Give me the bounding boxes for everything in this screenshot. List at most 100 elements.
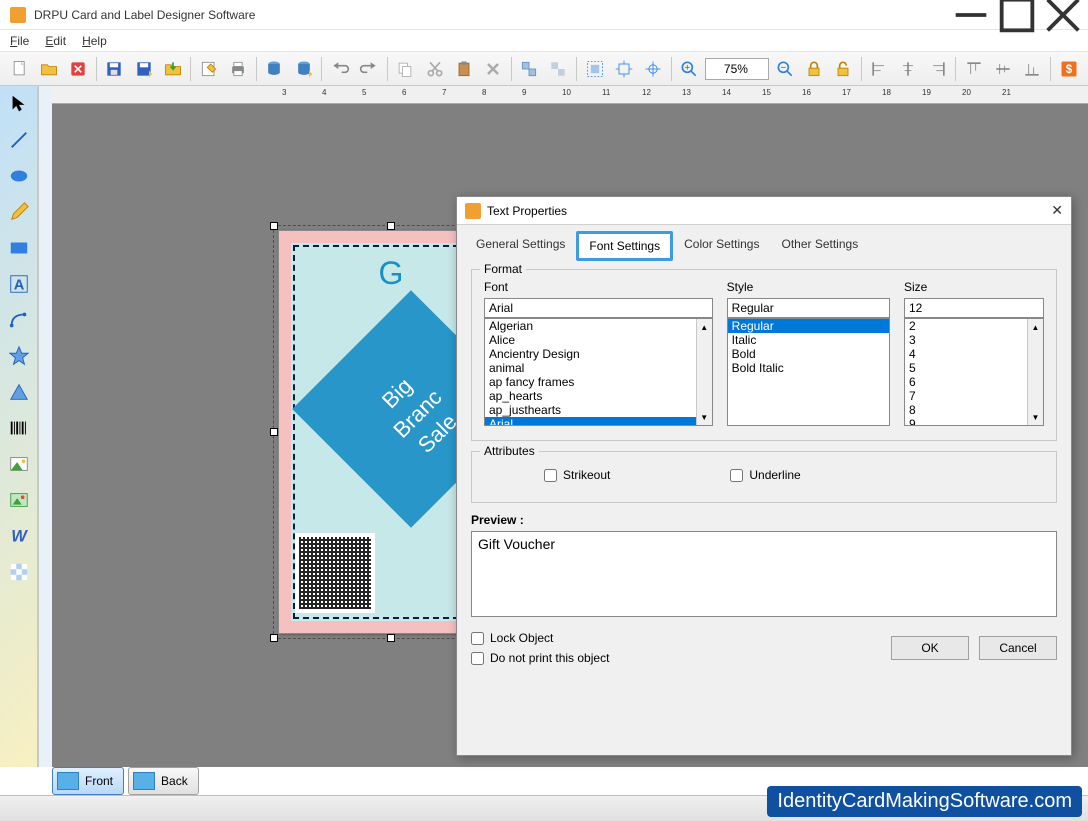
snap-button[interactable] <box>610 55 637 83</box>
close-button[interactable] <box>1040 0 1086 30</box>
delete-button[interactable] <box>479 55 506 83</box>
list-item[interactable]: ap_justhearts <box>485 403 712 417</box>
pointer-tool[interactable] <box>5 90 33 118</box>
cancel-button[interactable]: Cancel <box>979 636 1057 660</box>
dialog-close-button[interactable]: ✕ <box>1051 202 1063 219</box>
qr-code[interactable] <box>295 533 375 613</box>
open-button[interactable] <box>35 55 62 83</box>
currency-button[interactable]: $ <box>1055 55 1082 83</box>
pattern-tool[interactable] <box>5 558 33 586</box>
edit-button[interactable] <box>195 55 222 83</box>
underline-checkbox[interactable]: Underline <box>730 468 800 482</box>
align-bottom-button[interactable] <box>1019 55 1046 83</box>
data2-button[interactable] <box>290 55 317 83</box>
list-item[interactable]: Arial <box>485 417 712 426</box>
wordart-tool[interactable]: W <box>5 522 33 550</box>
menu-edit[interactable]: Edit <box>45 34 66 48</box>
list-item[interactable]: 8 <box>905 403 1043 417</box>
undo-button[interactable] <box>326 55 353 83</box>
copy-button[interactable] <box>392 55 419 83</box>
list-item[interactable]: Ancientry Design <box>485 347 712 361</box>
list-item[interactable]: 3 <box>905 333 1043 347</box>
ellipse-tool[interactable] <box>5 162 33 190</box>
list-item[interactable]: animal <box>485 361 712 375</box>
list-item[interactable]: 5 <box>905 361 1043 375</box>
font-input[interactable] <box>484 298 713 318</box>
tab-front[interactable]: Front <box>52 767 124 795</box>
barcode-tool[interactable] <box>5 414 33 442</box>
list-item[interactable]: Italic <box>728 333 889 347</box>
style-listbox[interactable]: RegularItalicBoldBold Italic <box>727 318 890 426</box>
align-left-button[interactable] <box>866 55 893 83</box>
star-tool[interactable] <box>5 342 33 370</box>
text-tool[interactable]: A <box>5 270 33 298</box>
left-scrollbar[interactable] <box>38 86 52 767</box>
align-center-button[interactable] <box>895 55 922 83</box>
rect-tool[interactable] <box>5 234 33 262</box>
list-item[interactable]: 4 <box>905 347 1043 361</box>
text-properties-dialog: Text Properties ✕ General Settings Font … <box>456 196 1072 756</box>
zoomout-button[interactable] <box>771 55 798 83</box>
size-scrollbar[interactable]: ▲▼ <box>1027 319 1043 425</box>
duplicate-button[interactable] <box>516 55 543 83</box>
group-button[interactable] <box>545 55 572 83</box>
size-listbox[interactable]: 23456789 ▲▼ <box>904 318 1044 426</box>
list-item[interactable]: 6 <box>905 375 1043 389</box>
tab-color-settings[interactable]: Color Settings <box>673 231 770 261</box>
grid-button[interactable] <box>639 55 666 83</box>
unlock-button[interactable] <box>829 55 856 83</box>
list-item[interactable]: Algerian <box>485 319 712 333</box>
list-item[interactable]: ap_hearts <box>485 389 712 403</box>
tab-back[interactable]: Back <box>128 767 199 795</box>
font-listbox[interactable]: AlgerianAliceAncientry Designanimalap fa… <box>484 318 713 426</box>
list-item[interactable]: ap fancy frames <box>485 375 712 389</box>
line-tool[interactable] <box>5 126 33 154</box>
align-right-button[interactable] <box>924 55 951 83</box>
print-button[interactable] <box>225 55 252 83</box>
lock-button[interactable] <box>800 55 827 83</box>
font-scrollbar[interactable]: ▲▼ <box>696 319 712 425</box>
menu-file[interactable]: File <box>10 34 29 48</box>
selectall-button[interactable] <box>581 55 608 83</box>
saveas-button[interactable] <box>130 55 157 83</box>
minimize-button[interactable] <box>948 0 994 30</box>
dialog-title: Text Properties <box>487 204 567 218</box>
dialog-titlebar[interactable]: Text Properties ✕ <box>457 197 1071 225</box>
strikeout-checkbox[interactable]: Strikeout <box>544 468 610 482</box>
list-item[interactable]: 7 <box>905 389 1043 403</box>
list-item[interactable]: Bold <box>728 347 889 361</box>
maximize-button[interactable] <box>994 0 1040 30</box>
tab-general-settings[interactable]: General Settings <box>465 231 576 261</box>
list-item[interactable]: Regular <box>728 319 889 333</box>
image-tool[interactable] <box>5 450 33 478</box>
cut-button[interactable] <box>421 55 448 83</box>
lock-object-checkbox[interactable]: Lock Object <box>471 631 609 645</box>
triangle-tool[interactable] <box>5 378 33 406</box>
style-input[interactable] <box>727 298 890 318</box>
pencil-tool[interactable] <box>5 198 33 226</box>
tab-other-settings[interactable]: Other Settings <box>770 231 869 261</box>
list-item[interactable]: 2 <box>905 319 1043 333</box>
size-input[interactable] <box>904 298 1044 318</box>
align-middle-button[interactable] <box>989 55 1016 83</box>
export-button[interactable] <box>159 55 186 83</box>
zoom-input[interactable] <box>705 58 769 80</box>
zoomin-button[interactable] <box>676 55 703 83</box>
ok-button[interactable]: OK <box>891 636 969 660</box>
redo-button[interactable] <box>355 55 382 83</box>
paste-button[interactable] <box>450 55 477 83</box>
save-button[interactable] <box>101 55 128 83</box>
menu-help[interactable]: Help <box>82 34 107 48</box>
list-item[interactable]: Alice <box>485 333 712 347</box>
align-top-button[interactable] <box>960 55 987 83</box>
close-file-button[interactable] <box>64 55 91 83</box>
arc-tool[interactable] <box>5 306 33 334</box>
attributes-legend: Attributes <box>480 444 539 458</box>
list-item[interactable]: Bold Italic <box>728 361 889 375</box>
data-button[interactable] <box>261 55 288 83</box>
do-not-print-checkbox[interactable]: Do not print this object <box>471 651 609 665</box>
tab-font-settings[interactable]: Font Settings <box>576 231 673 261</box>
list-item[interactable]: 9 <box>905 417 1043 426</box>
picture-tool[interactable] <box>5 486 33 514</box>
new-button[interactable] <box>6 55 33 83</box>
